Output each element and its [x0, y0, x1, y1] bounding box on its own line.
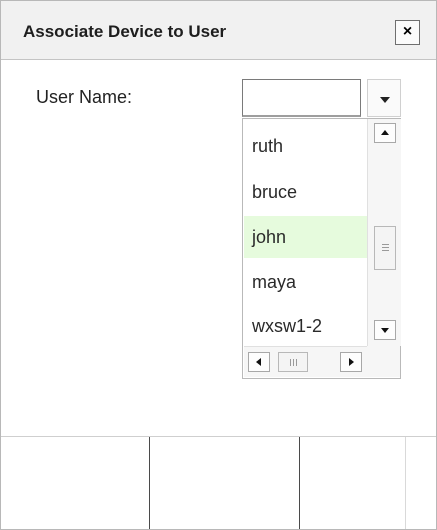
- user-name-label: User Name:: [36, 87, 133, 107]
- scroll-left-arrow-icon: [256, 358, 261, 366]
- column-divider: [405, 437, 406, 529]
- scroll-up-button[interactable]: [374, 123, 396, 143]
- close-icon: ×: [402, 23, 413, 40]
- vertical-scrollbar[interactable]: [367, 119, 401, 346]
- list-item-ruth[interactable]: ruth: [244, 125, 367, 167]
- list-item-maya[interactable]: maya: [244, 261, 367, 303]
- horizontal-scroll-thumb[interactable]: [278, 352, 308, 372]
- scroll-right-button[interactable]: [340, 352, 362, 372]
- grip-line-icon: [293, 359, 294, 366]
- associate-device-dialog: Associate Device to User × User Name: ru…: [0, 0, 437, 530]
- content-divider: [1, 436, 436, 437]
- user-name-dropdown-button[interactable]: [367, 79, 401, 117]
- scrollbar-corner: [367, 346, 400, 377]
- user-name-input[interactable]: [242, 79, 361, 117]
- user-name-options-list[interactable]: ruth bruce john maya wxsw1-2: [242, 118, 401, 379]
- grip-line-icon: [382, 247, 389, 248]
- vertical-scroll-thumb[interactable]: [374, 226, 396, 270]
- column-divider: [149, 437, 150, 529]
- scroll-down-arrow-icon: [381, 328, 389, 333]
- dialog-titlebar: Associate Device to User ×: [1, 1, 436, 60]
- grip-line-icon: [382, 244, 389, 245]
- list-item-john[interactable]: john: [244, 216, 367, 258]
- grip-line-icon: [296, 359, 297, 366]
- list-item-bruce[interactable]: bruce: [244, 171, 367, 213]
- scroll-down-button[interactable]: [374, 320, 396, 340]
- close-button[interactable]: ×: [395, 20, 420, 45]
- grip-line-icon: [382, 250, 389, 251]
- scroll-up-arrow-icon: [381, 130, 389, 135]
- grip-line-icon: [290, 359, 291, 366]
- dialog-title: Associate Device to User: [23, 22, 227, 41]
- list-item-wxsw1-2[interactable]: wxsw1-2: [244, 305, 367, 347]
- horizontal-scrollbar[interactable]: [244, 346, 367, 377]
- scroll-right-arrow-icon: [349, 358, 354, 366]
- column-divider: [299, 437, 300, 529]
- chevron-down-icon: [380, 97, 390, 103]
- scroll-left-button[interactable]: [248, 352, 270, 372]
